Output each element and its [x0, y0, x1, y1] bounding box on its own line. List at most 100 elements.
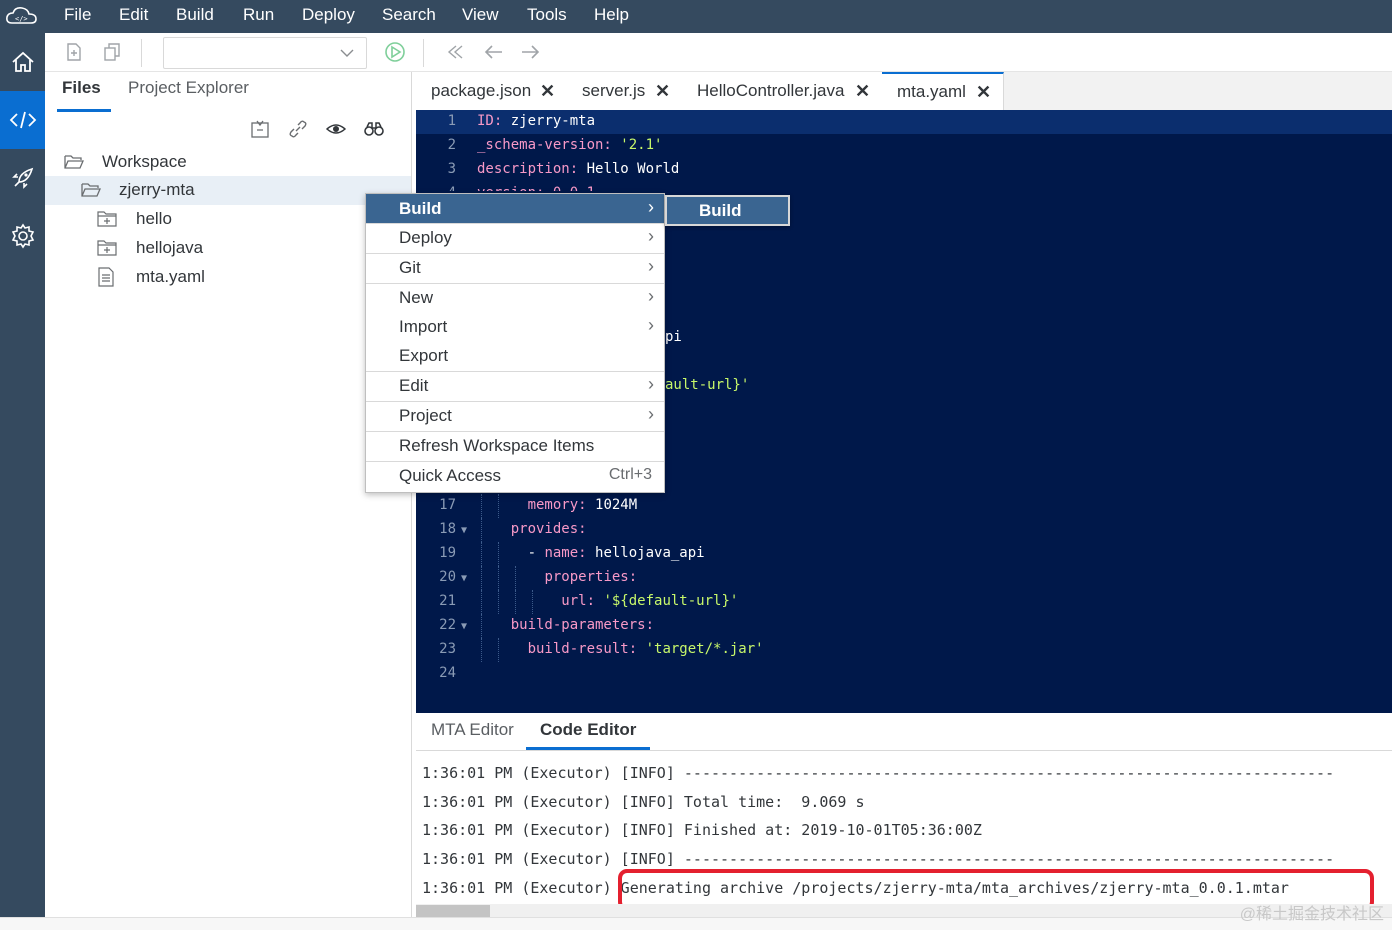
rocket-icon — [11, 167, 33, 189]
indent-guide — [481, 590, 482, 614]
indent-guide — [497, 638, 499, 662]
run-icon[interactable] — [384, 41, 406, 63]
code-line: - name: hellojava_api — [528, 545, 705, 561]
menu-item-label: Deploy — [399, 228, 452, 247]
home-button[interactable] — [0, 33, 45, 91]
menu-item-git[interactable]: Git › — [366, 253, 664, 282]
menu-item-new[interactable]: New › — [366, 283, 664, 312]
cloud-code-logo-icon[interactable]: </> — [4, 4, 40, 28]
code-line: ID: zjerry-mta — [477, 113, 595, 129]
tab-project-explorer[interactable]: Project Explorer — [128, 78, 249, 98]
fold-arrow-icon[interactable]: ▼ — [461, 525, 467, 536]
menu-search[interactable]: Search — [382, 0, 436, 33]
development-button[interactable] — [0, 91, 45, 149]
tree-item-mta-yaml[interactable]: mta.yaml — [45, 263, 411, 292]
document-icon — [98, 267, 114, 287]
line-number: 17 — [439, 497, 456, 513]
yaml-value: 'target/*.jar' — [637, 641, 764, 657]
active-tab-indicator — [57, 109, 111, 112]
copy-icon[interactable] — [101, 41, 123, 63]
indent-guide — [481, 494, 482, 518]
yaml-key: build-parameters: — [510, 617, 655, 633]
menu-bar: </> File Edit Build Run Deploy Search Vi… — [0, 0, 1392, 33]
binoculars-icon[interactable] — [363, 118, 385, 140]
menu-run[interactable]: Run — [243, 0, 274, 33]
menu-item-label: New — [399, 288, 434, 307]
tree-item-hello[interactable]: hello — [45, 205, 411, 234]
tab-package-json[interactable]: package.json ✕ — [416, 72, 568, 110]
menu-item-edit[interactable]: Edit › — [366, 371, 664, 400]
svg-text:</>: </> — [15, 15, 28, 23]
indent-guide — [481, 542, 482, 566]
close-icon[interactable]: ✕ — [655, 81, 670, 102]
folder-open-icon — [81, 183, 101, 197]
run-configuration-select[interactable] — [163, 37, 367, 69]
tab-mta-yaml[interactable]: mta.yaml ✕ — [882, 72, 1004, 110]
code-line: memory: 1024M — [528, 497, 638, 513]
yaml-key: description: — [477, 161, 579, 177]
tab-files[interactable]: Files — [62, 78, 101, 98]
indent-guide — [481, 518, 482, 542]
menu-help[interactable]: Help — [594, 0, 629, 33]
forward-arrow-icon[interactable] — [520, 41, 542, 63]
tree-label: hellojava — [136, 238, 204, 257]
menu-file[interactable]: File — [64, 0, 91, 33]
chevron-right-icon: › — [648, 226, 654, 246]
home-icon — [11, 51, 34, 72]
menu-deploy[interactable]: Deploy — [302, 0, 355, 33]
eye-icon[interactable] — [325, 118, 347, 140]
menu-item-project[interactable]: Project › — [366, 401, 664, 430]
editor-tab-bar: package.json ✕ server.js ✕ HelloControll… — [416, 72, 1392, 111]
close-icon[interactable]: ✕ — [855, 81, 870, 102]
tab-mta-editor[interactable]: MTA Editor — [431, 720, 514, 740]
deploy-button[interactable] — [0, 149, 45, 207]
tree-label: mta.yaml — [136, 267, 205, 286]
status-bar — [0, 917, 1392, 930]
close-icon[interactable]: ✕ — [976, 82, 991, 103]
menu-edit[interactable]: Edit — [119, 0, 148, 33]
tree-item-workspace[interactable]: Workspace — [45, 148, 411, 177]
preferences-button[interactable] — [0, 207, 45, 265]
menu-item-export[interactable]: Export — [366, 341, 664, 370]
menu-item-build[interactable]: Build › — [366, 194, 664, 223]
menu-item-import[interactable]: Import › — [366, 312, 664, 341]
submenu-item-build[interactable]: Build — [699, 201, 742, 221]
new-file-icon[interactable] — [63, 41, 85, 63]
code-line: build-parameters: — [511, 617, 654, 633]
tab-code-editor[interactable]: Code Editor — [540, 720, 636, 740]
step-back-icon[interactable] — [443, 41, 465, 63]
collapse-icon[interactable] — [249, 118, 271, 140]
scrollbar-thumb[interactable] — [416, 905, 490, 917]
menu-item-quick-access[interactable]: Quick Access Ctrl+3 — [366, 461, 664, 490]
line-number: 22 — [439, 617, 456, 633]
back-arrow-icon[interactable] — [482, 41, 504, 63]
menu-item-label: Git — [399, 258, 421, 277]
menu-tools[interactable]: Tools — [527, 0, 567, 33]
tab-server-js[interactable]: server.js ✕ — [567, 72, 683, 110]
fold-arrow-icon[interactable]: ▼ — [461, 621, 467, 632]
menu-item-refresh-workspace-items[interactable]: Refresh Workspace Items — [366, 431, 664, 460]
tab-label: server.js — [582, 81, 646, 100]
line-number: 19 — [439, 545, 456, 561]
menu-build[interactable]: Build — [176, 0, 214, 33]
tab-hellocontroller-java[interactable]: HelloController.java ✕ — [682, 72, 883, 110]
tree-item-zjerry-mta[interactable]: zjerry-mta — [45, 176, 411, 205]
close-icon[interactable]: ✕ — [540, 81, 555, 102]
link-icon[interactable] — [287, 118, 309, 140]
chevron-down-icon — [340, 49, 354, 57]
menu-view[interactable]: View — [462, 0, 499, 33]
line-number: 20 — [439, 569, 456, 585]
yaml-value: Hello World — [578, 161, 680, 177]
tree-label: zjerry-mta — [119, 180, 195, 199]
indent-guide — [497, 566, 499, 590]
fold-arrow-icon[interactable]: ▼ — [461, 573, 467, 584]
toolbar-separator — [423, 39, 424, 67]
line-number: 24 — [439, 665, 456, 681]
tree-item-hellojava[interactable]: hellojava — [45, 234, 411, 263]
menu-item-deploy[interactable]: Deploy › — [366, 223, 664, 252]
line-number: 18 — [439, 521, 456, 537]
indent-guide — [531, 590, 533, 614]
yaml-value: hellojava_api — [586, 545, 705, 561]
yaml-key: memory: — [527, 497, 587, 513]
yaml-key: url: — [561, 593, 596, 609]
